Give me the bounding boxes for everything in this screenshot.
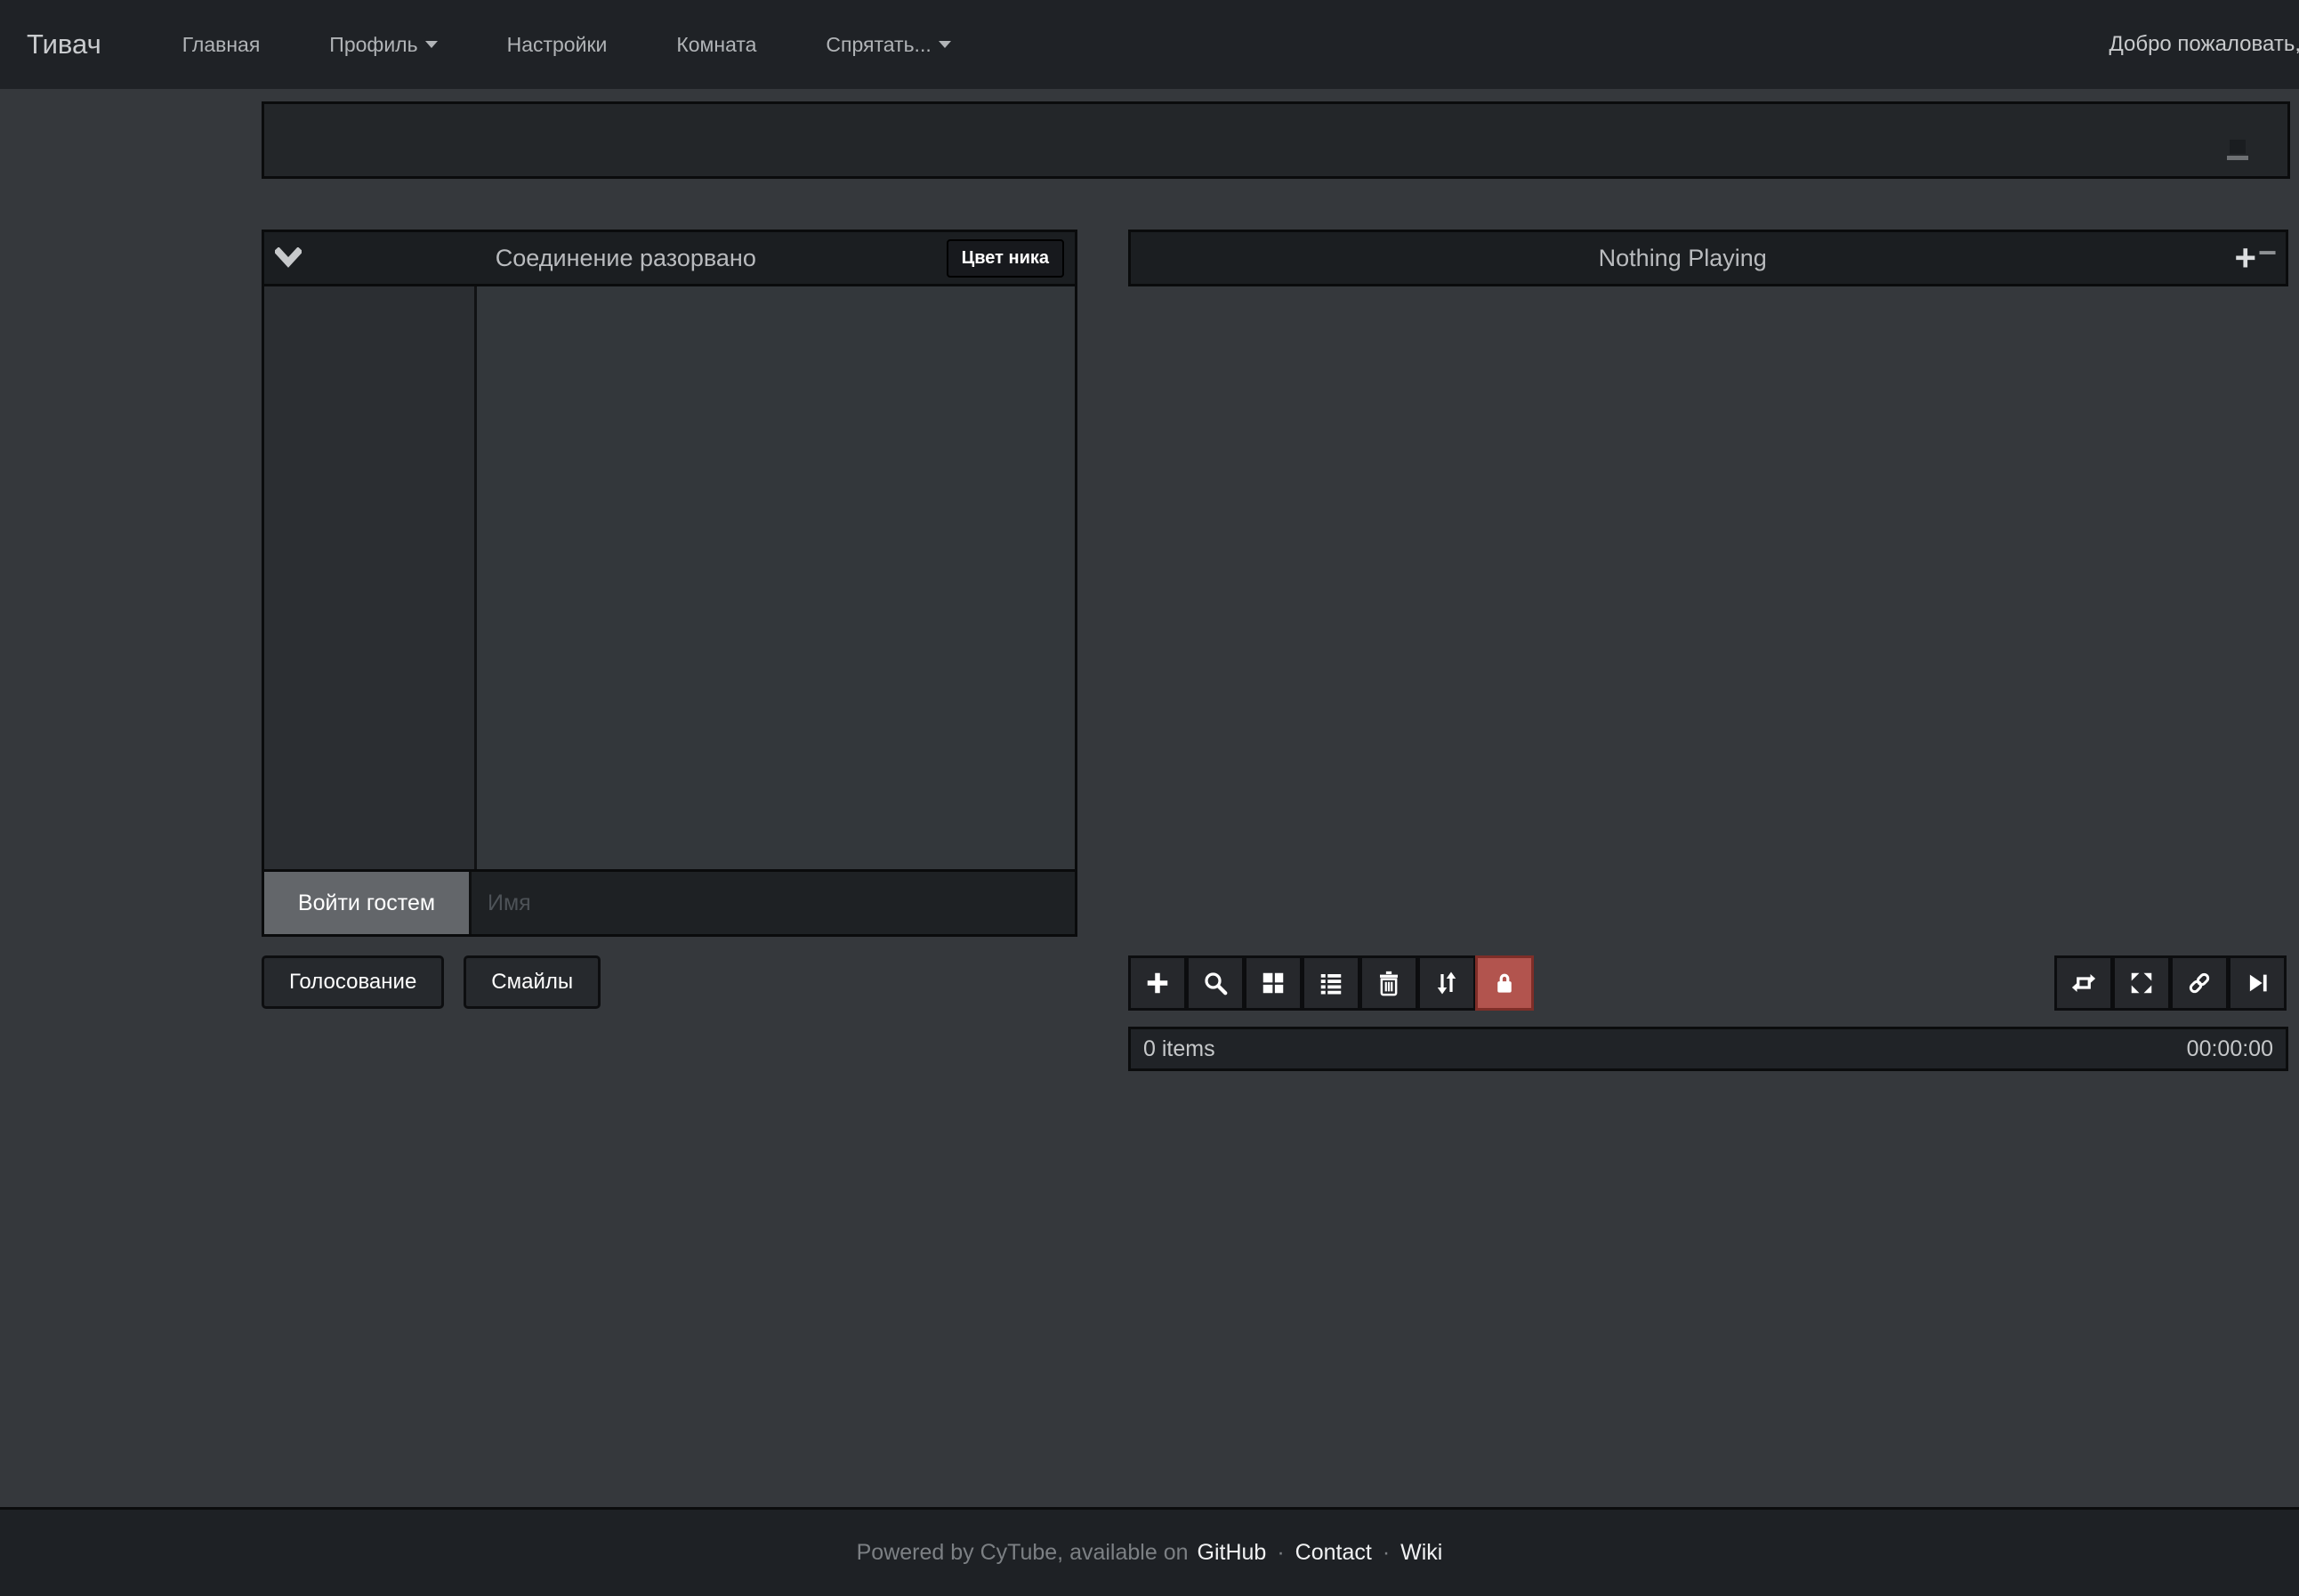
fullscreen-icon [2128, 970, 2155, 996]
caret-down-icon [425, 41, 438, 48]
emotes-button[interactable]: Смайлы [464, 955, 601, 1009]
media-link-button[interactable] [2170, 955, 2229, 1011]
skip-next-button[interactable] [2228, 955, 2287, 1011]
guest-name-input[interactable] [472, 872, 1075, 934]
repeat-icon [2070, 970, 2097, 996]
sort-arrows-icon [1433, 970, 1460, 996]
video-resize-controls: + − [2234, 239, 2277, 277]
userlist-toggle-button[interactable] [275, 247, 305, 269]
nav-item-label: Главная [182, 33, 261, 57]
motd-collapse-button[interactable] [2227, 140, 2248, 165]
page-root: Тивач Главная Профиль Настройки Комната … [0, 0, 2299, 1596]
userlist [264, 286, 477, 869]
fullscreen-button[interactable] [2112, 955, 2171, 1011]
loop-playlist-button[interactable] [2054, 955, 2113, 1011]
nav-item-hide[interactable]: Спрятать... [791, 33, 985, 57]
navbar: Тивач Главная Профиль Настройки Комната … [0, 0, 2299, 89]
caret-down-icon [939, 41, 951, 48]
plus-icon [1144, 970, 1171, 996]
grid-view-button[interactable] [1244, 955, 1303, 1011]
nav-item-label: Спрятать... [826, 33, 931, 57]
poll-button[interactable]: Голосование [262, 955, 444, 1009]
motd-panel [262, 101, 2290, 179]
nav-item-label: Профиль [329, 33, 417, 57]
chat-input-row: Войти гостем [262, 872, 1077, 937]
search-media-button[interactable] [1186, 955, 1245, 1011]
nav-item-home[interactable]: Главная [148, 33, 295, 57]
clear-playlist-button[interactable] [1359, 955, 1418, 1011]
now-playing-title: Nothing Playing [1131, 245, 2234, 272]
nav-item-room[interactable]: Комната [641, 33, 791, 57]
nick-color-button[interactable]: Цвет ника [947, 239, 1064, 278]
nav-item-settings[interactable]: Настройки [472, 33, 642, 57]
grid-icon [1260, 970, 1287, 996]
playlist-header: Nothing Playing + − [1128, 230, 2288, 286]
nav-item-label: Комната [676, 33, 756, 57]
chevron-down-icon [275, 247, 302, 269]
lock-playlist-button[interactable] [1475, 955, 1534, 1011]
nav-item-label: Настройки [507, 33, 608, 57]
guest-login-button[interactable]: Войти гостем [264, 872, 472, 934]
step-forward-icon [2244, 970, 2271, 996]
playlist-count: 0 items [1143, 1036, 1215, 1062]
powered-by-text: Powered by CyTube, available on [857, 1540, 1189, 1566]
separator-dot: · [1383, 1540, 1390, 1566]
minimize-icon [2227, 156, 2248, 160]
chat-header: Соединение разорвано Цвет ника [262, 230, 1077, 286]
shrink-video-button[interactable]: − [2258, 237, 2277, 269]
add-media-button[interactable] [1128, 955, 1187, 1011]
nav-item-profile[interactable]: Профиль [294, 33, 472, 57]
separator-dot: · [1277, 1540, 1284, 1566]
search-icon [1202, 970, 1229, 996]
playlist-toolbar-left [1128, 955, 1533, 1011]
playlist-duration: 00:00:00 [2187, 1036, 2273, 1062]
chat-status-title: Соединение разорвано [305, 245, 947, 272]
brand-link[interactable]: Тивач [27, 28, 101, 60]
list-icon [1318, 970, 1344, 996]
github-link[interactable]: GitHub [1198, 1540, 1267, 1566]
chat-body [262, 286, 1077, 872]
page-footer: Powered by CyTube, available on GitHub ·… [0, 1507, 2299, 1596]
playlist-meta-bar: 0 items 00:00:00 [1128, 1027, 2288, 1071]
link-icon [2186, 970, 2213, 996]
list-view-button[interactable] [1302, 955, 1360, 1011]
chat-footer-buttons: Голосование Смайлы [262, 955, 601, 1009]
minimize-icon [2230, 140, 2246, 154]
trash-icon [1375, 970, 1402, 996]
shuffle-sort-button[interactable] [1417, 955, 1476, 1011]
lock-icon [1491, 970, 1518, 996]
contact-link[interactable]: Contact [1295, 1540, 1372, 1566]
playlist-toolbar-right [2054, 955, 2286, 1011]
welcome-text: Добро пожаловать, [2109, 32, 2299, 57]
message-buffer [477, 286, 1075, 869]
wiki-link[interactable]: Wiki [1400, 1540, 1442, 1566]
grow-video-button[interactable]: + [2234, 239, 2256, 277]
